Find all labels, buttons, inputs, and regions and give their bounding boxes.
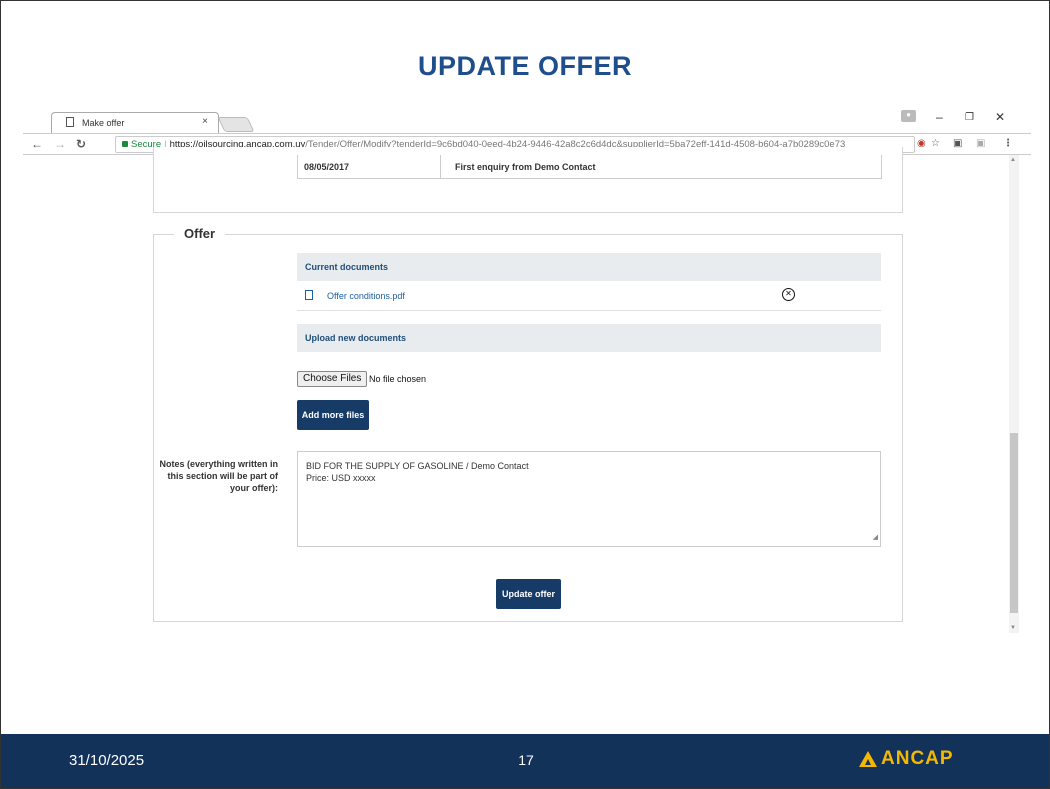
menu-icon[interactable]: ⋮ [1003, 138, 1013, 149]
document-row: Offer conditions.pdf ✕ [297, 281, 881, 311]
no-file-chosen-text: No file chosen [369, 374, 427, 384]
minimize-icon[interactable]: – [936, 110, 943, 124]
reload-icon[interactable]: ↻ [76, 137, 86, 151]
blocked-content-icon[interactable]: ◉ [917, 138, 926, 149]
new-tab-button[interactable] [217, 117, 255, 132]
notes-label: Notes (everything written in this sectio… [159, 459, 278, 493]
scrollbar[interactable]: ▲ ▼ [1009, 155, 1019, 633]
offer-panel: Offer Current documents Offer conditions… [153, 226, 903, 622]
page-viewport: 08/05/2017 First enquiry from Demo Conta… [23, 147, 1031, 635]
scroll-up-icon[interactable]: ▲ [1010, 157, 1016, 163]
resize-grip-icon[interactable]: ◢ [873, 532, 878, 544]
extension-icon-2[interactable]: ▣ [976, 138, 985, 149]
update-offer-button[interactable]: Update offer [496, 579, 561, 609]
remove-document-icon[interactable]: ✕ [782, 288, 795, 301]
history-event: First enquiry from Demo Contact [455, 162, 596, 172]
maximize-icon[interactable]: ❐ [965, 112, 974, 123]
ancap-logo-icon [859, 751, 877, 767]
notes-line-1: BID FOR THE SUPPLY OF GASOLINE / Demo Co… [306, 461, 529, 471]
tab-make-offer[interactable]: Make offer × [51, 112, 219, 133]
choose-files-button[interactable]: Choose Files [297, 371, 368, 387]
tab-strip: Make offer × ● – ❐ ✕ [23, 105, 1031, 133]
extension-icon[interactable]: ▣ [953, 138, 962, 149]
scroll-down-icon[interactable]: ▼ [1010, 625, 1016, 631]
history-date: 08/05/2017 [304, 162, 350, 172]
back-icon[interactable]: ← [31, 137, 43, 151]
tab-close-icon[interactable]: × [202, 116, 208, 127]
profile-icon[interactable]: ● [901, 110, 916, 122]
add-more-files-button[interactable]: Add more files [297, 400, 369, 430]
scroll-thumb[interactable] [1010, 433, 1018, 613]
offer-legend: Offer [174, 226, 226, 241]
forward-icon[interactable]: → [54, 137, 66, 151]
slide: UPDATE OFFER Make offer × ● – ❐ ✕ ← → ↻ … [0, 0, 1050, 789]
bookmark-star-icon[interactable]: ☆ [931, 138, 940, 149]
upload-documents-header: Upload new documents [297, 324, 881, 352]
history-panel: 08/05/2017 First enquiry from Demo Conta… [153, 147, 903, 213]
browser-window: Make offer × ● – ❐ ✕ ← → ↻ Secure | https:… [23, 105, 1031, 635]
history-table: 08/05/2017 First enquiry from Demo Conta… [297, 155, 882, 179]
close-window-icon[interactable]: ✕ [995, 110, 1005, 124]
slide-title: UPDATE OFFER [418, 51, 632, 81]
current-documents-header: Current documents [297, 253, 881, 281]
tab-title: Make offer [82, 118, 125, 128]
notes-line-2: Price: USD xxxxx [306, 473, 376, 483]
file-icon [305, 290, 313, 300]
document-link[interactable]: Offer conditions.pdf [327, 291, 405, 301]
notes-textarea[interactable]: BID FOR THE SUPPLY OF GASOLINE / Demo Co… [297, 451, 881, 547]
slide-footer: 31/10/2025 17 ANCAP [1, 734, 1049, 788]
lock-icon [122, 141, 128, 148]
page-icon [66, 117, 74, 127]
logo-text: ANCAP [881, 748, 954, 769]
